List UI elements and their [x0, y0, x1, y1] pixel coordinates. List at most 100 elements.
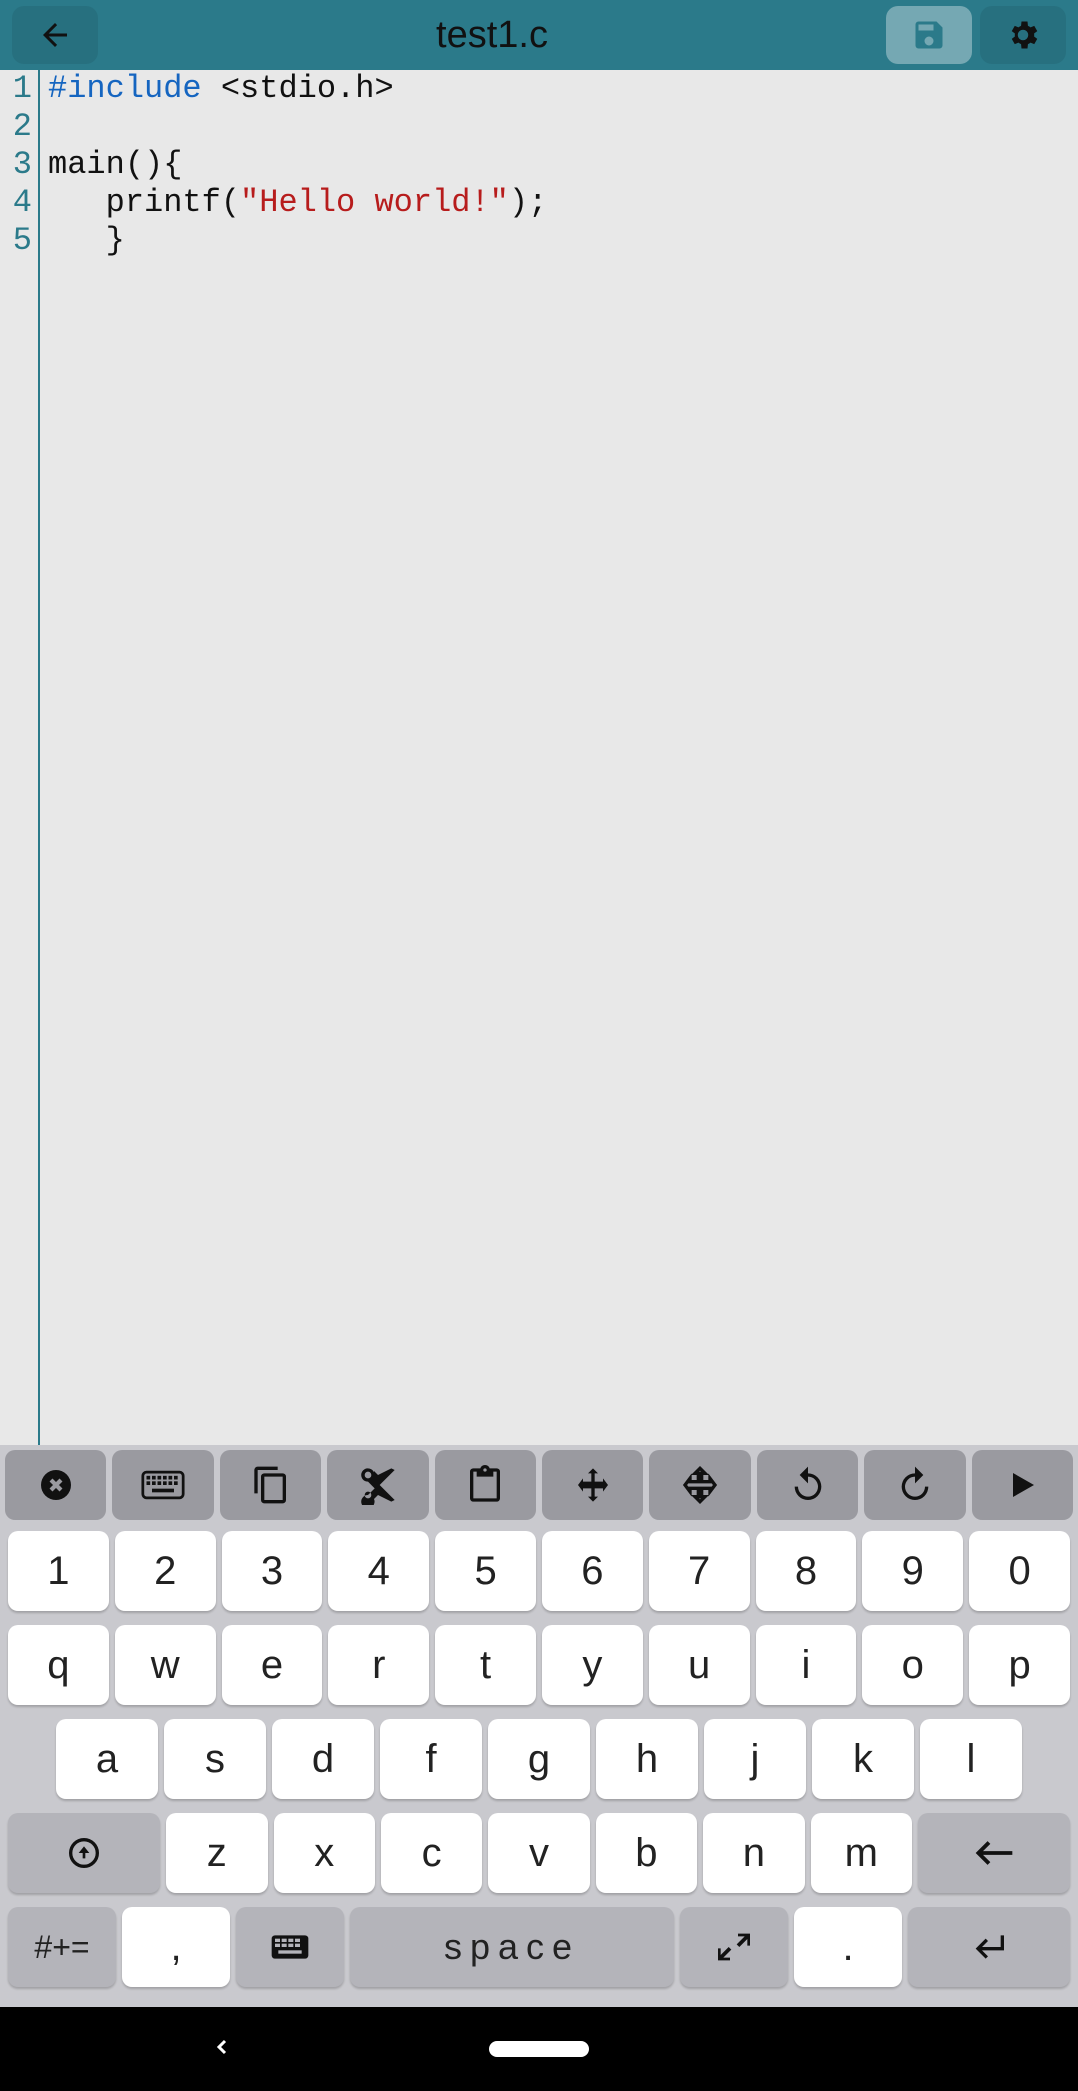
key-w[interactable]: w	[115, 1625, 216, 1705]
key-c[interactable]: c	[381, 1813, 482, 1893]
keyboard-row-numbers: 1234567890	[4, 1531, 1074, 1611]
save-button[interactable]	[886, 6, 972, 64]
shift-icon	[68, 1837, 100, 1869]
key-l[interactable]: l	[920, 1719, 1022, 1799]
line-number: 5	[0, 222, 32, 260]
scissors-icon	[358, 1465, 398, 1505]
run-tool[interactable]	[972, 1450, 1073, 1520]
key-7[interactable]: 7	[649, 1531, 750, 1611]
key-1[interactable]: 1	[8, 1531, 109, 1611]
key-0[interactable]: 0	[969, 1531, 1070, 1611]
back-button[interactable]	[12, 6, 98, 64]
copy-tool[interactable]	[220, 1450, 321, 1520]
save-icon	[911, 17, 947, 53]
chevron-left-icon	[210, 2035, 234, 2059]
app-header: test1.c	[0, 0, 1078, 70]
key-k[interactable]: k	[812, 1719, 914, 1799]
key-h[interactable]: h	[596, 1719, 698, 1799]
keyboard-row-top: qwertyuiop	[4, 1625, 1074, 1705]
key-i[interactable]: i	[756, 1625, 857, 1705]
key-q[interactable]: q	[8, 1625, 109, 1705]
key-o[interactable]: o	[862, 1625, 963, 1705]
code-line[interactable]	[48, 108, 547, 146]
key-y[interactable]: y	[542, 1625, 643, 1705]
key-8[interactable]: 8	[756, 1531, 857, 1611]
keyboard-row-bottom: zxcvbnm	[4, 1813, 1074, 1893]
code-content[interactable]: #include <stdio.h> main(){ printf("Hello…	[40, 70, 547, 1445]
comma-key[interactable]: ,	[122, 1907, 230, 1987]
key-g[interactable]: g	[488, 1719, 590, 1799]
line-number: 2	[0, 108, 32, 146]
keyboard-tool[interactable]	[112, 1450, 213, 1520]
paste-tool[interactable]	[435, 1450, 536, 1520]
backspace-key[interactable]	[918, 1813, 1070, 1893]
move-tool[interactable]	[542, 1450, 643, 1520]
close-tool[interactable]	[5, 1450, 106, 1520]
key-u[interactable]: u	[649, 1625, 750, 1705]
arrow-left-icon	[37, 17, 73, 53]
nav-home[interactable]	[489, 2041, 589, 2057]
line-number: 1	[0, 70, 32, 108]
code-line[interactable]: }	[48, 222, 547, 260]
expand-key[interactable]	[680, 1907, 788, 1987]
cut-tool[interactable]	[327, 1450, 428, 1520]
keyboard-toggle-key[interactable]	[236, 1907, 344, 1987]
key-2[interactable]: 2	[115, 1531, 216, 1611]
key-e[interactable]: e	[222, 1625, 323, 1705]
keyboard-small-icon	[270, 1932, 310, 1962]
undo-tool[interactable]	[757, 1450, 858, 1520]
return-icon	[969, 1927, 1009, 1967]
key-z[interactable]: z	[166, 1813, 267, 1893]
cursor-move-tool[interactable]	[649, 1450, 750, 1520]
backspace-arrow-icon	[972, 1841, 1016, 1865]
key-v[interactable]: v	[488, 1813, 589, 1893]
key-p[interactable]: p	[969, 1625, 1070, 1705]
code-line[interactable]: main(){	[48, 146, 547, 184]
key-3[interactable]: 3	[222, 1531, 323, 1611]
undo-icon	[788, 1465, 828, 1505]
key-d[interactable]: d	[272, 1719, 374, 1799]
key-s[interactable]: s	[164, 1719, 266, 1799]
settings-button[interactable]	[980, 6, 1066, 64]
key-t[interactable]: t	[435, 1625, 536, 1705]
system-navbar	[0, 2007, 1078, 2091]
key-a[interactable]: a	[56, 1719, 158, 1799]
key-r[interactable]: r	[328, 1625, 429, 1705]
close-circle-icon	[36, 1465, 76, 1505]
period-key[interactable]: .	[794, 1907, 902, 1987]
expand-icon	[718, 1931, 750, 1963]
key-x[interactable]: x	[274, 1813, 375, 1893]
key-n[interactable]: n	[703, 1813, 804, 1893]
keyboard-icon	[141, 1469, 185, 1501]
code-line[interactable]: printf("Hello world!");	[48, 184, 547, 222]
key-9[interactable]: 9	[862, 1531, 963, 1611]
line-number: 4	[0, 184, 32, 222]
code-editor[interactable]: 12345 #include <stdio.h> main(){ printf(…	[0, 70, 1078, 1445]
symbols-key[interactable]: #+=	[8, 1907, 116, 1987]
keyboard-row-middle: asdfghjkl	[4, 1719, 1074, 1799]
key-5[interactable]: 5	[435, 1531, 536, 1611]
paste-icon	[465, 1465, 505, 1505]
keyboard-row-space: #+= , space .	[4, 1907, 1074, 1987]
editor-toolbar	[0, 1445, 1078, 1525]
key-m[interactable]: m	[811, 1813, 912, 1893]
keyboard: 1234567890 qwertyuiop asdfghjkl zxcvbnm …	[0, 1525, 1078, 2007]
line-number: 3	[0, 146, 32, 184]
key-j[interactable]: j	[704, 1719, 806, 1799]
key-b[interactable]: b	[596, 1813, 697, 1893]
code-line[interactable]: #include <stdio.h>	[48, 70, 547, 108]
play-icon	[1004, 1467, 1040, 1503]
key-4[interactable]: 4	[328, 1531, 429, 1611]
enter-key[interactable]	[908, 1907, 1070, 1987]
redo-icon	[895, 1465, 935, 1505]
space-key[interactable]: space	[350, 1907, 674, 1987]
file-title: test1.c	[106, 14, 878, 57]
copy-icon	[251, 1465, 291, 1505]
line-gutter: 12345	[0, 70, 40, 1445]
move-icon	[573, 1465, 613, 1505]
key-f[interactable]: f	[380, 1719, 482, 1799]
nav-back[interactable]	[44, 2035, 400, 2064]
key-6[interactable]: 6	[542, 1531, 643, 1611]
shift-key[interactable]	[8, 1813, 160, 1893]
redo-tool[interactable]	[864, 1450, 965, 1520]
